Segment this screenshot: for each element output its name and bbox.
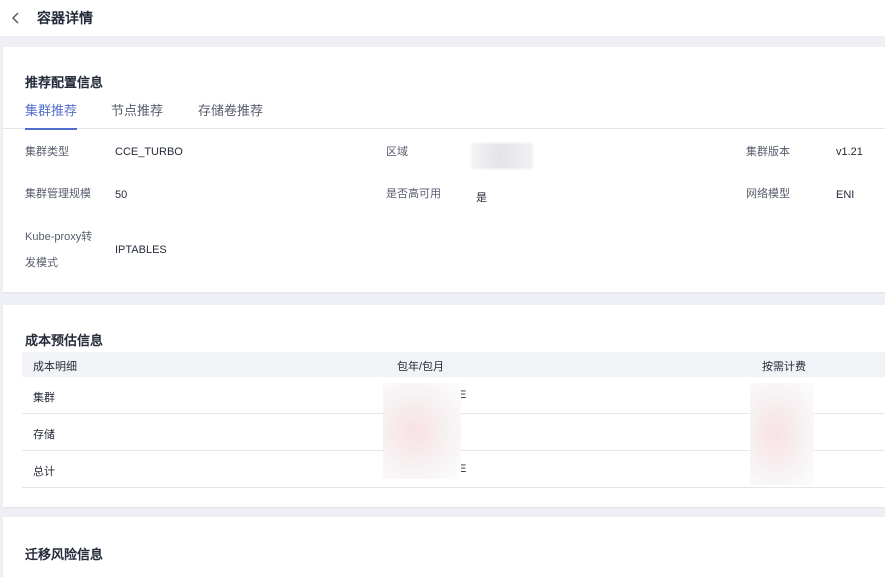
yearly-values-redacted — [383, 383, 461, 479]
page-title: 容器详情 — [37, 10, 93, 26]
cluster-scale-label: 集群管理规模 — [25, 188, 91, 200]
cluster-type-label: 集群类型 — [25, 146, 69, 158]
risk-section-title: 迁移风险信息 — [25, 547, 104, 562]
column-cost-detail: 成本明细 — [33, 361, 77, 373]
cost-table-header: 成本明细 包年/包月 按需计费 — [22, 352, 885, 377]
tab-cluster-recommend[interactable]: 集群推荐 — [25, 100, 78, 130]
cluster-version-value: v1.21 — [836, 146, 863, 158]
pay-per-use-values-redacted — [750, 383, 814, 485]
cost-card: 成本预估信息 成本明细 包年/包月 按需计费 集群 E 存储 总计 E — [3, 305, 885, 507]
high-availability-value: 是 — [476, 192, 487, 204]
column-pay-per-use: 按需计费 — [762, 361, 806, 373]
cluster-scale-value: 50 — [115, 189, 128, 201]
cluster-type-value: CCE_TURBO — [115, 146, 183, 158]
row-item-storage: 存储 — [33, 429, 55, 441]
config-section-title: 推荐配置信息 — [25, 75, 104, 90]
cost-section-title: 成本预估信息 — [25, 333, 104, 348]
kube-proxy-label-line2: 发模式 — [25, 257, 58, 269]
tab-volume-recommend[interactable]: 存储卷推荐 — [198, 100, 263, 128]
tab-node-recommend[interactable]: 节点推荐 — [111, 100, 163, 128]
risk-card: 迁移风险信息 — [3, 517, 885, 577]
cluster-version-label: 集群版本 — [746, 146, 790, 158]
row-item-total: 总计 — [33, 466, 55, 478]
config-card: 推荐配置信息 集群推荐 节点推荐 存储卷推荐 集群类型 CCE_TURBO 区域… — [3, 47, 885, 292]
high-availability-label: 是否高可用 — [386, 188, 441, 200]
kube-proxy-label-line1: Kube-proxy转 — [25, 231, 93, 243]
network-model-label: 网络模型 — [746, 188, 790, 200]
kube-proxy-value: IPTABLES — [115, 244, 167, 256]
chevron-left-icon[interactable] — [5, 7, 27, 29]
config-tabs: 集群推荐 节点推荐 存储卷推荐 — [3, 96, 885, 130]
region-value-redacted — [471, 143, 533, 169]
column-yearly-monthly: 包年/包月 — [397, 361, 445, 373]
network-model-value: ENI — [836, 189, 855, 201]
top-bar: 容器详情 — [0, 0, 885, 36]
region-label: 区域 — [386, 146, 408, 158]
row-item-cluster: 集群 — [33, 392, 55, 404]
